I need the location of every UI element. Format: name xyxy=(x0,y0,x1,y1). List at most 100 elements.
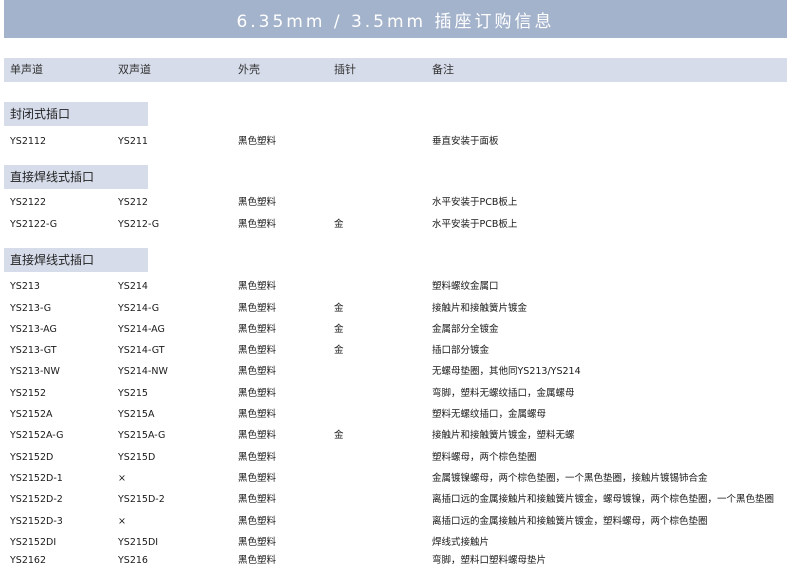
cell-remark: 水平安装于PCB板上 xyxy=(432,219,518,230)
cell-pin: 金 xyxy=(334,345,344,356)
table-row: YS2152D-3 × 黑色塑料 离插口远的金属接触片和接触簧片镀金，塑料螺母，两个棕… xyxy=(0,512,790,532)
cell-mono-model: YS2152A-G xyxy=(10,430,64,441)
cell-mono-model: YS2152 xyxy=(10,388,47,399)
cell-shell: 黑色塑料 xyxy=(238,430,277,441)
table-row: YS213-GT YS214-GT 黑色塑料 金 插口部分镀金 xyxy=(0,341,790,361)
header-remark: 备注 xyxy=(432,63,454,76)
cell-stereo-model: YS214 xyxy=(118,281,148,292)
cell-remark: 垂直安装于面板 xyxy=(432,136,499,147)
cell-shell: 黑色塑料 xyxy=(238,219,277,230)
cell-remark: 金属部分全镀金 xyxy=(432,324,499,335)
cell-mono-model: YS213-G xyxy=(10,303,52,314)
cell-remark: 无螺母垫圈，其他同YS213/YS214 xyxy=(432,366,581,377)
cell-stereo-model: YS214-NW xyxy=(118,366,168,377)
cell-stereo-model: YS214-GT xyxy=(118,345,165,356)
cell-stereo-model: × xyxy=(118,516,126,527)
cell-remark: 弯脚，塑料无螺纹插口，金属螺母 xyxy=(432,388,575,399)
table-row: YS2152A-G YS215A-G 黑色塑料 金 接触片和接触簧片镀金，塑料无螺 xyxy=(0,426,790,446)
cell-remark: 接触片和接触簧片镀金，塑料无螺 xyxy=(432,430,575,441)
cell-shell: 黑色塑料 xyxy=(238,136,277,147)
cell-pin: 金 xyxy=(334,430,344,441)
section-heading: 封闭式插口 xyxy=(4,102,148,126)
cell-mono-model: YS213-NW xyxy=(10,366,60,377)
title-bar: 6.35mm / 3.5mm 插座订购信息 xyxy=(4,0,787,38)
cell-stereo-model: YS215D xyxy=(118,452,156,463)
cell-mono-model: YS213-AG xyxy=(10,324,57,335)
cell-shell: 黑色塑料 xyxy=(238,366,277,377)
cell-remark: 水平安装于PCB板上 xyxy=(432,197,518,208)
cell-shell: 黑色塑料 xyxy=(238,303,277,314)
cell-remark: 塑料螺纹金属口 xyxy=(432,281,499,292)
cell-stereo-model: YS215A xyxy=(118,409,155,420)
cell-mono-model: YS2162 xyxy=(10,555,47,566)
cell-mono-model: YS2152D xyxy=(10,452,54,463)
cell-remark: 插口部分镀金 xyxy=(432,345,490,356)
table-row: YS2122 YS212 黑色塑料 水平安装于PCB板上 xyxy=(0,193,790,213)
header-stereo: 双声道 xyxy=(118,63,151,76)
table-row: YS2152D-1 × 黑色塑料 金属镀镍螺母，两个棕色垫圈，一个黑色垫圈，接触片镀锡… xyxy=(0,469,790,489)
table-row: YS2112 YS211 黑色塑料 垂直安装于面板 xyxy=(0,132,790,152)
table-row: YS213-AG YS214-AG 黑色塑料 金 金属部分全镀金 xyxy=(0,320,790,340)
cell-stereo-model: YS212 xyxy=(118,197,148,208)
cell-mono-model: YS2152D-2 xyxy=(10,494,63,505)
table-header: 单声道 双声道 外壳 插针 备注 xyxy=(4,58,787,82)
cell-shell: 黑色塑料 xyxy=(238,452,277,463)
cell-mono-model: YS2152D-1 xyxy=(10,473,63,484)
cell-shell: 黑色塑料 xyxy=(238,388,277,399)
cell-remark: 金属镀镍螺母，两个棕色垫圈，一个黑色垫圈，接触片镀锡铈合金 xyxy=(432,473,708,484)
cell-mono-model: YS2152A xyxy=(10,409,53,420)
table-row: YS2152DI YS215DI 黑色塑料 焊线式接触片 xyxy=(0,533,790,553)
cell-mono-model: YS213 xyxy=(10,281,40,292)
cell-shell: 黑色塑料 xyxy=(238,555,277,566)
cell-stereo-model: × xyxy=(118,473,126,484)
cell-stereo-model: YS214-AG xyxy=(118,324,165,335)
cell-remark: 塑料螺母，两个棕色垫圈 xyxy=(432,452,537,463)
cell-shell: 黑色塑料 xyxy=(238,473,277,484)
cell-mono-model: YS2112 xyxy=(10,136,47,147)
cell-pin: 金 xyxy=(334,324,344,335)
table-row: YS2152A YS215A 黑色塑料 塑料无螺纹插口，金属螺母 xyxy=(0,405,790,425)
cell-shell: 黑色塑料 xyxy=(238,537,277,548)
section-heading: 直接焊线式插口 xyxy=(4,248,148,272)
table-row: YS2162 YS216 黑色塑料 弯脚，塑料口塑料螺母垫片 xyxy=(0,551,790,571)
cell-stereo-model: YS214-G xyxy=(118,303,160,314)
cell-remark: 离插口远的金属接触片和接触簧片镀金，塑料螺母，两个棕色垫圈 xyxy=(432,516,708,527)
cell-pin: 金 xyxy=(334,219,344,230)
cell-pin: 金 xyxy=(334,303,344,314)
table-row: YS2152D YS215D 黑色塑料 塑料螺母，两个棕色垫圈 xyxy=(0,448,790,468)
table-row: YS213-NW YS214-NW 黑色塑料 无螺母垫圈，其他同YS213/YS214 xyxy=(0,362,790,382)
cell-stereo-model: YS212-G xyxy=(118,219,160,230)
cell-mono-model: YS213-GT xyxy=(10,345,57,356)
table-row: YS213-G YS214-G 黑色塑料 金 接触片和接触簧片镀金 xyxy=(0,299,790,319)
cell-shell: 黑色塑料 xyxy=(238,516,277,527)
section-heading: 直接焊线式插口 xyxy=(4,165,148,189)
header-mono: 单声道 xyxy=(10,63,43,76)
cell-stereo-model: YS215 xyxy=(118,388,148,399)
table-row: YS2152 YS215 黑色塑料 弯脚，塑料无螺纹插口，金属螺母 xyxy=(0,384,790,404)
cell-mono-model: YS2122 xyxy=(10,197,47,208)
cell-remark: 离插口远的金属接触片和接触簧片镀金，螺母镀镍，两个棕色垫圈，一个黑色垫圈 xyxy=(432,494,775,505)
cell-stereo-model: YS216 xyxy=(118,555,148,566)
cell-remark: 焊线式接触片 xyxy=(432,537,490,548)
cell-shell: 黑色塑料 xyxy=(238,494,277,505)
cell-remark: 弯脚，塑料口塑料螺母垫片 xyxy=(432,555,547,566)
header-shell: 外壳 xyxy=(238,63,260,76)
cell-shell: 黑色塑料 xyxy=(238,197,277,208)
cell-stereo-model: YS211 xyxy=(118,136,148,147)
cell-remark: 接触片和接触簧片镀金 xyxy=(432,303,528,314)
table-row: YS2152D-2 YS215D-2 黑色塑料 离插口远的金属接触片和接触簧片镀金，螺… xyxy=(0,490,790,510)
cell-shell: 黑色塑料 xyxy=(238,281,277,292)
cell-shell: 黑色塑料 xyxy=(238,324,277,335)
table-row: YS213 YS214 黑色塑料 塑料螺纹金属口 xyxy=(0,277,790,297)
cell-shell: 黑色塑料 xyxy=(238,409,277,420)
page-title: 6.35mm / 3.5mm 插座订购信息 xyxy=(236,11,555,32)
cell-shell: 黑色塑料 xyxy=(238,345,277,356)
cell-mono-model: YS2152D-3 xyxy=(10,516,63,527)
cell-remark: 塑料无螺纹插口，金属螺母 xyxy=(432,409,547,420)
cell-mono-model: YS2152DI xyxy=(10,537,57,548)
cell-stereo-model: YS215D-2 xyxy=(118,494,165,505)
cell-stereo-model: YS215A-G xyxy=(118,430,166,441)
cell-stereo-model: YS215DI xyxy=(118,537,159,548)
table-row: YS2122-G YS212-G 黑色塑料 金 水平安装于PCB板上 xyxy=(0,215,790,235)
header-pin: 插针 xyxy=(334,63,356,76)
